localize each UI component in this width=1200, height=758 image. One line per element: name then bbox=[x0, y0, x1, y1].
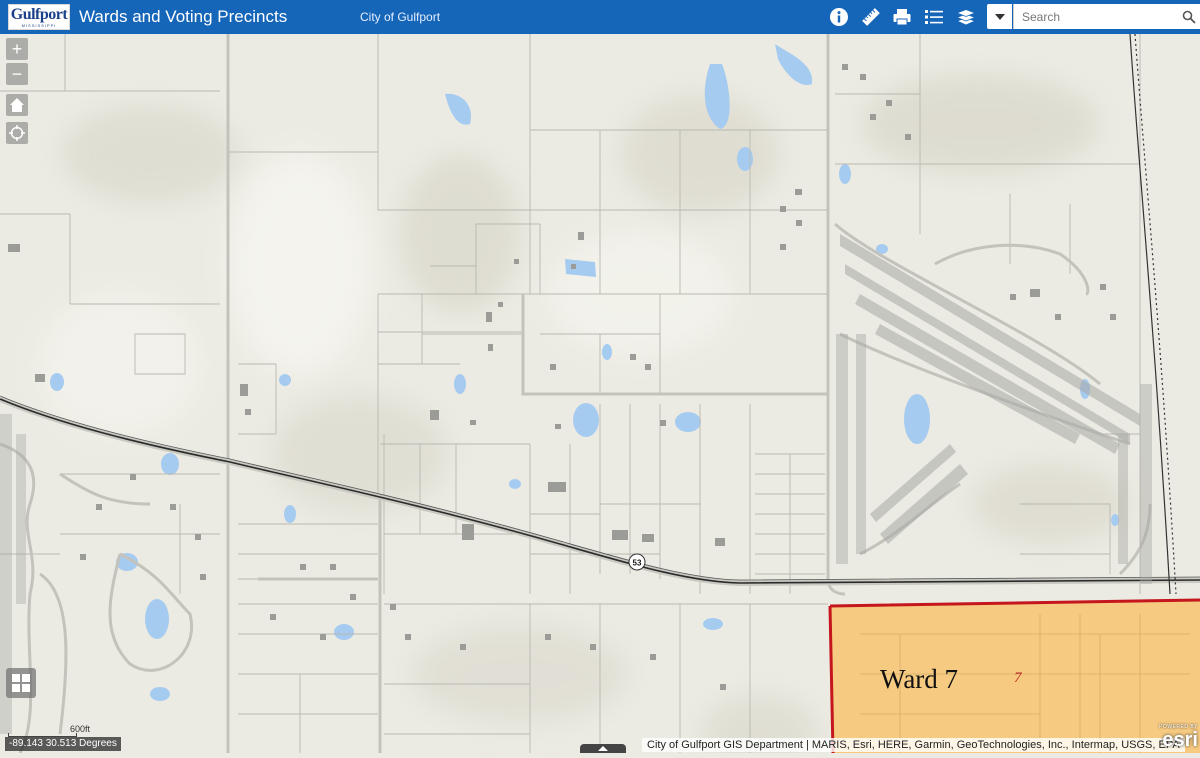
info-icon[interactable] bbox=[828, 6, 850, 28]
search-icon bbox=[1182, 10, 1196, 24]
search-input[interactable] bbox=[1013, 4, 1178, 29]
measure-icon[interactable] bbox=[860, 6, 882, 28]
precinct-label: 7 bbox=[1014, 670, 1022, 686]
esri-wordmark: esri bbox=[1162, 729, 1198, 751]
basemap-toggle-button[interactable] bbox=[6, 668, 36, 698]
highway-number-label: 53 bbox=[633, 559, 642, 568]
highway-shield: 53 bbox=[628, 553, 646, 571]
legend-icon[interactable] bbox=[923, 6, 945, 28]
chevron-down-icon bbox=[994, 13, 1005, 20]
bottom-panel-toggle[interactable] bbox=[580, 744, 626, 753]
search-source-dropdown[interactable] bbox=[987, 4, 1012, 29]
locate-button[interactable] bbox=[6, 122, 28, 144]
home-button[interactable] bbox=[6, 94, 28, 116]
zoom-out-button[interactable]: − bbox=[6, 63, 28, 85]
map-attribution: City of Gulfport GIS Department | MARIS,… bbox=[642, 738, 1185, 752]
print-icon[interactable] bbox=[891, 6, 913, 28]
logo-text: Gulfport bbox=[10, 5, 68, 23]
app-header: Gulfport MISSISSIPPI Wards and Voting Pr… bbox=[0, 0, 1200, 34]
app-title: Wards and Voting Precincts bbox=[79, 7, 288, 26]
search-button[interactable] bbox=[1178, 4, 1200, 29]
coordinate-readout: -89.143 30.513 Degrees bbox=[5, 737, 121, 751]
ward-label: Ward 7 bbox=[880, 664, 959, 694]
map-view[interactable]: 53 + − bbox=[0, 33, 1200, 758]
basemap-gallery-icon bbox=[12, 674, 30, 692]
gulfport-logo: Gulfport MISSISSIPPI bbox=[8, 4, 70, 30]
basemap-canvas: 53 bbox=[0, 33, 1200, 758]
zoom-in-button[interactable]: + bbox=[6, 38, 28, 60]
layers-icon[interactable] bbox=[955, 6, 977, 28]
app-subtitle: City of Gulfport bbox=[360, 10, 441, 24]
esri-logo: POWERED BY esri bbox=[1152, 724, 1198, 752]
home-icon bbox=[10, 98, 24, 112]
locate-icon bbox=[9, 125, 25, 141]
logo-tagline: MISSISSIPPI bbox=[21, 22, 57, 28]
